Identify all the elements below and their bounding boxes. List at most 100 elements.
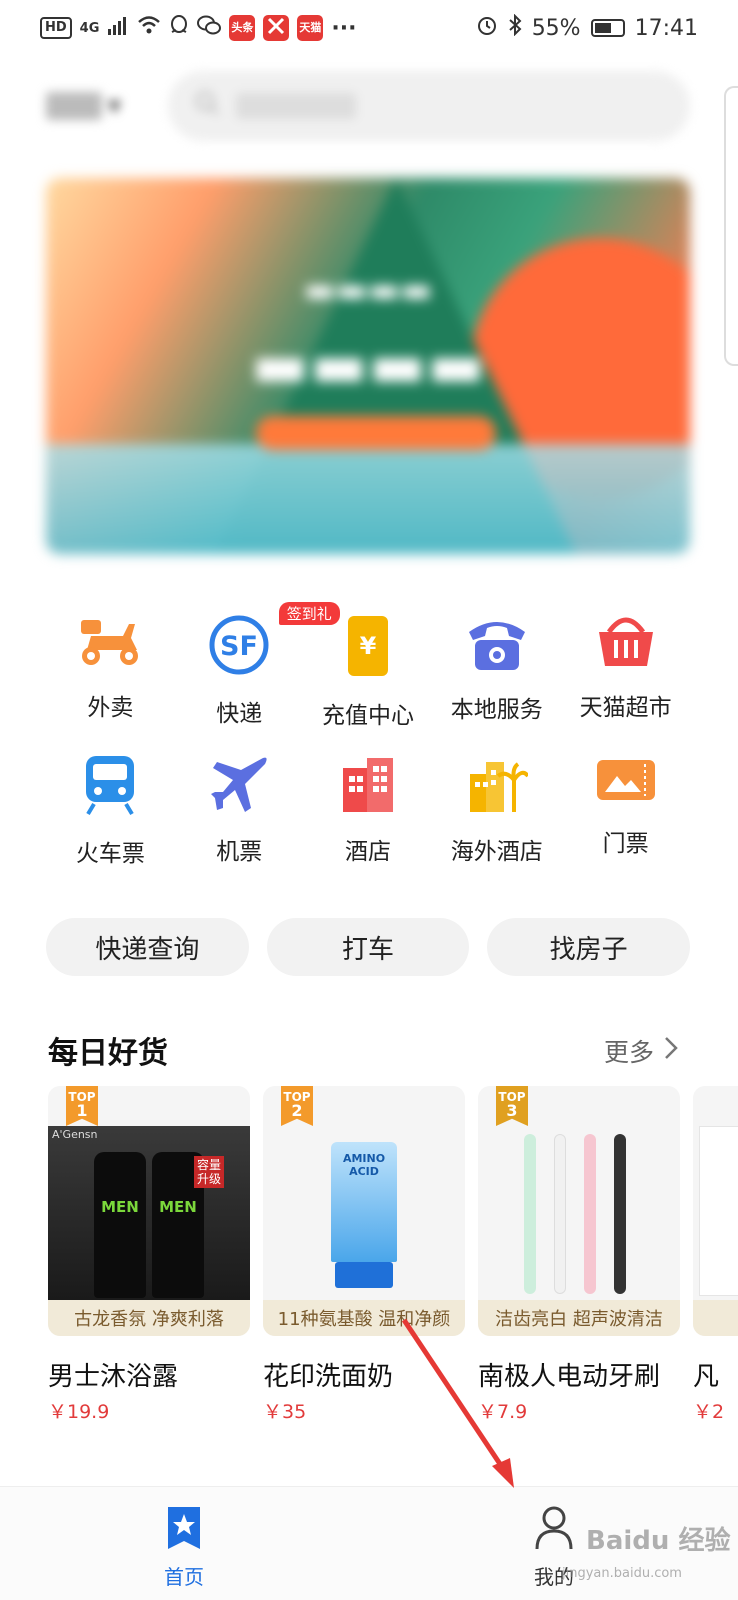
daily-goods-title: 每日好货 xyxy=(48,1036,168,1071)
telephone-icon xyxy=(462,614,532,672)
service-recharge[interactable]: ¥ 充值中心 xyxy=(304,600,433,729)
service-grid: 外卖 SF 签到礼 快递 ¥ 充值中心 本地服务 天猫超市 火车票 机票 酒店 … xyxy=(46,600,690,867)
product-carousel: A'Gensn MEN MEN 容量升级 TOP 1 古龙香氛 净爽利落 男士沐浴… xyxy=(48,1086,738,1436)
product-name: 凡 xyxy=(693,1362,720,1392)
product-price: ￥2 xyxy=(693,1401,725,1423)
product-bottle-label: MEN xyxy=(101,1198,139,1216)
product-slogan: 洁齿亮白 超声波清洁 xyxy=(478,1300,680,1336)
header-bar: ▾ xyxy=(46,68,690,144)
service-label: 充值中心 xyxy=(321,703,414,729)
product-image xyxy=(693,1086,738,1336)
battery-percent: 55% xyxy=(531,15,581,41)
product-label: AMINO ACID xyxy=(342,1152,386,1178)
product-image: AMINO ACID TOP 2 11种氨基酸 温和净颜 xyxy=(263,1086,465,1336)
product-brand: A'Gensn xyxy=(52,1128,98,1141)
more-link[interactable]: 更多 xyxy=(604,1033,678,1069)
top-rank-badge: TOP 3 xyxy=(496,1086,528,1126)
side-panel-edge[interactable] xyxy=(724,86,738,366)
product-bottle-label: MEN xyxy=(159,1198,197,1216)
banner-cta xyxy=(256,416,496,450)
quick-links: 快递查询 打车 找房子 xyxy=(46,918,691,976)
product-card[interactable]: AMINO ACID TOP 2 11种氨基酸 温和净颜 花印洗面奶 ￥35 xyxy=(263,1086,465,1424)
service-tmall-market[interactable]: 天猫超市 xyxy=(561,600,690,721)
svg-text:¥: ¥ xyxy=(360,632,377,660)
signal-icon xyxy=(107,15,129,41)
express-query-button[interactable]: 快递查询 xyxy=(46,918,249,976)
service-flight[interactable]: 机票 xyxy=(175,740,304,865)
taxi-button[interactable]: 打车 xyxy=(266,918,470,976)
product-price: ￥7.9 xyxy=(478,1401,528,1423)
city-selector[interactable]: ▾ xyxy=(46,86,146,126)
service-train[interactable]: 火车票 xyxy=(46,740,175,867)
qq-icon xyxy=(169,14,189,42)
product-image: TOP 3 洁齿亮白 超声波清洁 xyxy=(478,1086,680,1336)
product-price: ￥19.9 xyxy=(48,1401,110,1423)
service-local[interactable]: 本地服务 xyxy=(432,600,561,723)
service-express[interactable]: SF 签到礼 快递 xyxy=(175,600,340,727)
service-takeout[interactable]: 外卖 xyxy=(46,600,175,721)
scooter-icon xyxy=(75,614,145,670)
product-card[interactable]: A'Gensn MEN MEN 容量升级 TOP 1 古龙香氛 净爽利落 男士沐浴… xyxy=(48,1086,250,1424)
status-bar: HD 4G 头条 天猫 ··· 55% 17:41 xyxy=(0,0,738,56)
app-notification-icon xyxy=(263,15,290,41)
network-type: 4G xyxy=(79,20,100,36)
banner-title: ▬▬▬▬ xyxy=(250,328,486,401)
product-image: A'Gensn MEN MEN 容量升级 TOP 1 古龙香氛 净爽利落 xyxy=(48,1086,250,1336)
service-label: 门票 xyxy=(602,831,649,857)
promo-banner[interactable]: ▬▬▬▬ ▬▬▬▬ xyxy=(46,178,690,554)
service-label: 外卖 xyxy=(87,695,134,721)
yen-card-icon: ¥ xyxy=(333,614,403,678)
sf-express-icon: SF xyxy=(204,614,274,676)
user-profile-icon xyxy=(534,1505,574,1555)
service-label: 机票 xyxy=(216,839,263,865)
wechat-icon xyxy=(197,15,222,41)
search-box[interactable] xyxy=(168,71,690,141)
palm-hotel-icon xyxy=(462,754,532,814)
service-label: 快递 xyxy=(216,701,263,727)
nav-home-label: 首页 xyxy=(164,1565,204,1589)
clock: 17:41 xyxy=(634,15,698,41)
toutiao-icon: 头条 xyxy=(229,15,256,41)
product-name: 花印洗面奶 xyxy=(263,1362,394,1392)
service-label: 火车票 xyxy=(75,841,145,867)
train-icon xyxy=(75,754,145,816)
baidu-watermark-url: jingyan.baidu.com xyxy=(562,1566,682,1581)
service-hotel[interactable]: 酒店 xyxy=(304,740,433,865)
chevron-down-icon: ▾ xyxy=(108,91,122,121)
service-label: 本地服务 xyxy=(450,697,543,723)
basket-icon xyxy=(591,614,661,670)
top-rank-badge: TOP 1 xyxy=(66,1086,98,1126)
product-slogan: 古龙香氛 净爽利落 xyxy=(48,1300,250,1336)
search-icon xyxy=(194,90,220,122)
product-slogan xyxy=(693,1300,738,1336)
product-card[interactable]: 凡 ￥2 xyxy=(693,1086,738,1424)
ticket-icon xyxy=(591,754,661,806)
product-name: 男士沐浴露 xyxy=(48,1362,179,1392)
bluetooth-icon xyxy=(508,13,522,42)
hd-indicator: HD xyxy=(40,17,72,39)
wifi-icon xyxy=(137,15,161,41)
service-label: 海外酒店 xyxy=(450,839,543,865)
find-house-button[interactable]: 找房子 xyxy=(487,918,691,976)
service-tickets[interactable]: 门票 xyxy=(561,740,690,858)
product-slogan: 11种氨基酸 温和净颜 xyxy=(263,1300,465,1336)
baidu-watermark: Baidu 经验 xyxy=(586,1526,731,1556)
svg-text:SF: SF xyxy=(220,631,258,662)
service-overseas-hotel[interactable]: 海外酒店 xyxy=(432,740,561,865)
hotel-icon xyxy=(333,754,403,814)
more-label: 更多 xyxy=(603,1038,654,1067)
chevron-right-icon xyxy=(664,1036,678,1066)
product-name: 南极人电动牙刷 xyxy=(478,1362,661,1392)
more-notifications-icon: ··· xyxy=(331,15,357,41)
product-card[interactable]: TOP 3 洁齿亮白 超声波清洁 南极人电动牙刷 ￥7.9 xyxy=(478,1086,680,1424)
alarm-icon xyxy=(476,14,498,42)
tmall-icon: 天猫 xyxy=(297,15,324,41)
service-label: 酒店 xyxy=(344,839,391,865)
battery-icon xyxy=(590,19,625,37)
banner-subtitle: ▬▬▬▬ xyxy=(303,270,433,310)
capacity-upgrade-badge: 容量升级 xyxy=(194,1156,224,1188)
service-label: 天猫超市 xyxy=(579,695,672,721)
nav-home[interactable]: 首页 xyxy=(156,1505,212,1590)
top-rank-badge: TOP 2 xyxy=(281,1086,313,1126)
product-price: ￥35 xyxy=(263,1401,307,1423)
